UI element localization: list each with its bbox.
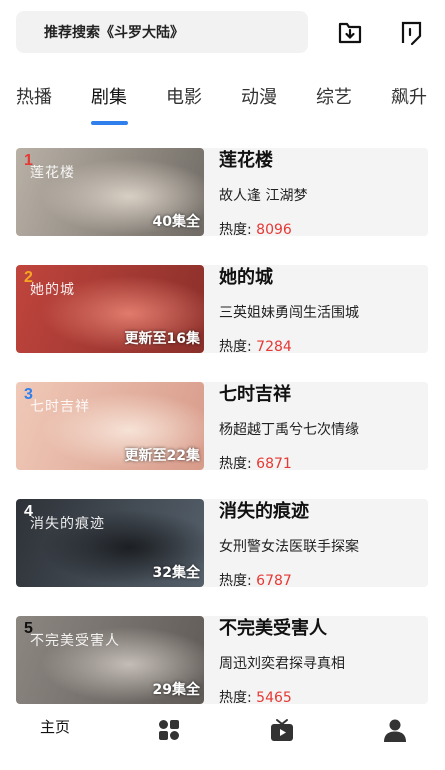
episode-label: 更新至22集 (124, 448, 200, 464)
download-icon[interactable] (337, 20, 363, 46)
poster-title: 消失的痕迹 (30, 516, 105, 532)
tab-variety[interactable]: 综艺 (316, 83, 352, 109)
poster-thumbnail[interactable]: 七时吉祥 3 更新至22集 (16, 382, 204, 470)
show-title: 莲花楼 (219, 150, 273, 171)
list-item[interactable]: 莲花楼 1 40集全 莲花楼 故人逢 江湖梦 热度: 8096 (16, 148, 428, 238)
poster-thumbnail[interactable]: 莲花楼 1 40集全 (16, 148, 204, 236)
poster-thumbnail[interactable]: 消失的痕迹 4 32集全 (16, 499, 204, 587)
heat-score: 热度: 8096 (219, 222, 292, 238)
heat-score: 热度: 5465 (219, 690, 292, 706)
show-subtitle: 周迅刘奕君探寻真相 (219, 656, 345, 672)
share-icon[interactable] (398, 20, 424, 46)
heat-score: 热度: 6871 (219, 456, 292, 472)
nav-home[interactable]: 主页 (40, 716, 70, 737)
active-tab-indicator (91, 121, 128, 125)
heat-score: 热度: 6787 (219, 573, 292, 589)
tab-movie[interactable]: 电影 (166, 83, 202, 109)
poster-thumbnail[interactable]: 她的城 2 更新至16集 (16, 265, 204, 353)
episode-label: 40集全 (152, 214, 200, 230)
show-subtitle: 故人逢 江湖梦 (219, 188, 308, 204)
poster-title: 七时吉祥 (30, 399, 90, 415)
user-icon[interactable] (383, 718, 407, 742)
heat-score: 热度: 7284 (219, 339, 292, 355)
list-item[interactable]: 她的城 2 更新至16集 她的城 三英姐妹勇闯生活围城 热度: 7284 (16, 265, 428, 355)
rank-number: 2 (24, 269, 33, 286)
rank-number: 5 (24, 620, 33, 637)
show-title: 她的城 (219, 267, 273, 288)
episode-label: 更新至16集 (124, 331, 200, 347)
poster-thumbnail[interactable]: 不完美受害人 5 29集全 (16, 616, 204, 704)
show-subtitle: 杨超越丁禹兮七次情缘 (219, 422, 359, 438)
show-title: 不完美受害人 (219, 618, 327, 639)
list-item[interactable]: 消失的痕迹 4 32集全 消失的痕迹 女刑警女法医联手探案 热度: 6787 (16, 499, 428, 589)
rank-number: 1 (24, 152, 33, 169)
list-item[interactable]: 不完美受害人 5 29集全 不完美受害人 周迅刘奕君探寻真相 热度: 5465 (16, 616, 428, 706)
show-subtitle: 女刑警女法医联手探案 (219, 539, 359, 555)
bottom-nav: 主页 (0, 706, 445, 770)
episode-label: 32集全 (152, 565, 200, 581)
tab-series[interactable]: 剧集 (91, 83, 127, 109)
show-title: 消失的痕迹 (219, 501, 309, 522)
list-item[interactable]: 七时吉祥 3 更新至22集 七时吉祥 杨超越丁禹兮七次情缘 热度: 6871 (16, 382, 428, 472)
tab-hot[interactable]: 热播 (16, 83, 52, 109)
rank-number: 4 (24, 503, 33, 520)
category-tabs: 热播 剧集 电影 动漫 综艺 飙升 (0, 83, 445, 113)
grid-icon[interactable] (157, 718, 181, 742)
show-subtitle: 三英姐妹勇闯生活围城 (219, 305, 359, 321)
tv-icon[interactable] (270, 718, 294, 742)
episode-label: 29集全 (152, 682, 200, 698)
poster-title: 她的城 (30, 282, 75, 298)
poster-title: 莲花楼 (30, 165, 75, 181)
tab-rising[interactable]: 飙升 (391, 83, 427, 109)
poster-title: 不完美受害人 (30, 633, 120, 649)
tab-anime[interactable]: 动漫 (241, 83, 277, 109)
search-input[interactable]: 推荐搜索《斗罗大陆》 (16, 11, 308, 53)
rank-number: 3 (24, 386, 33, 403)
show-title: 七时吉祥 (219, 384, 291, 405)
